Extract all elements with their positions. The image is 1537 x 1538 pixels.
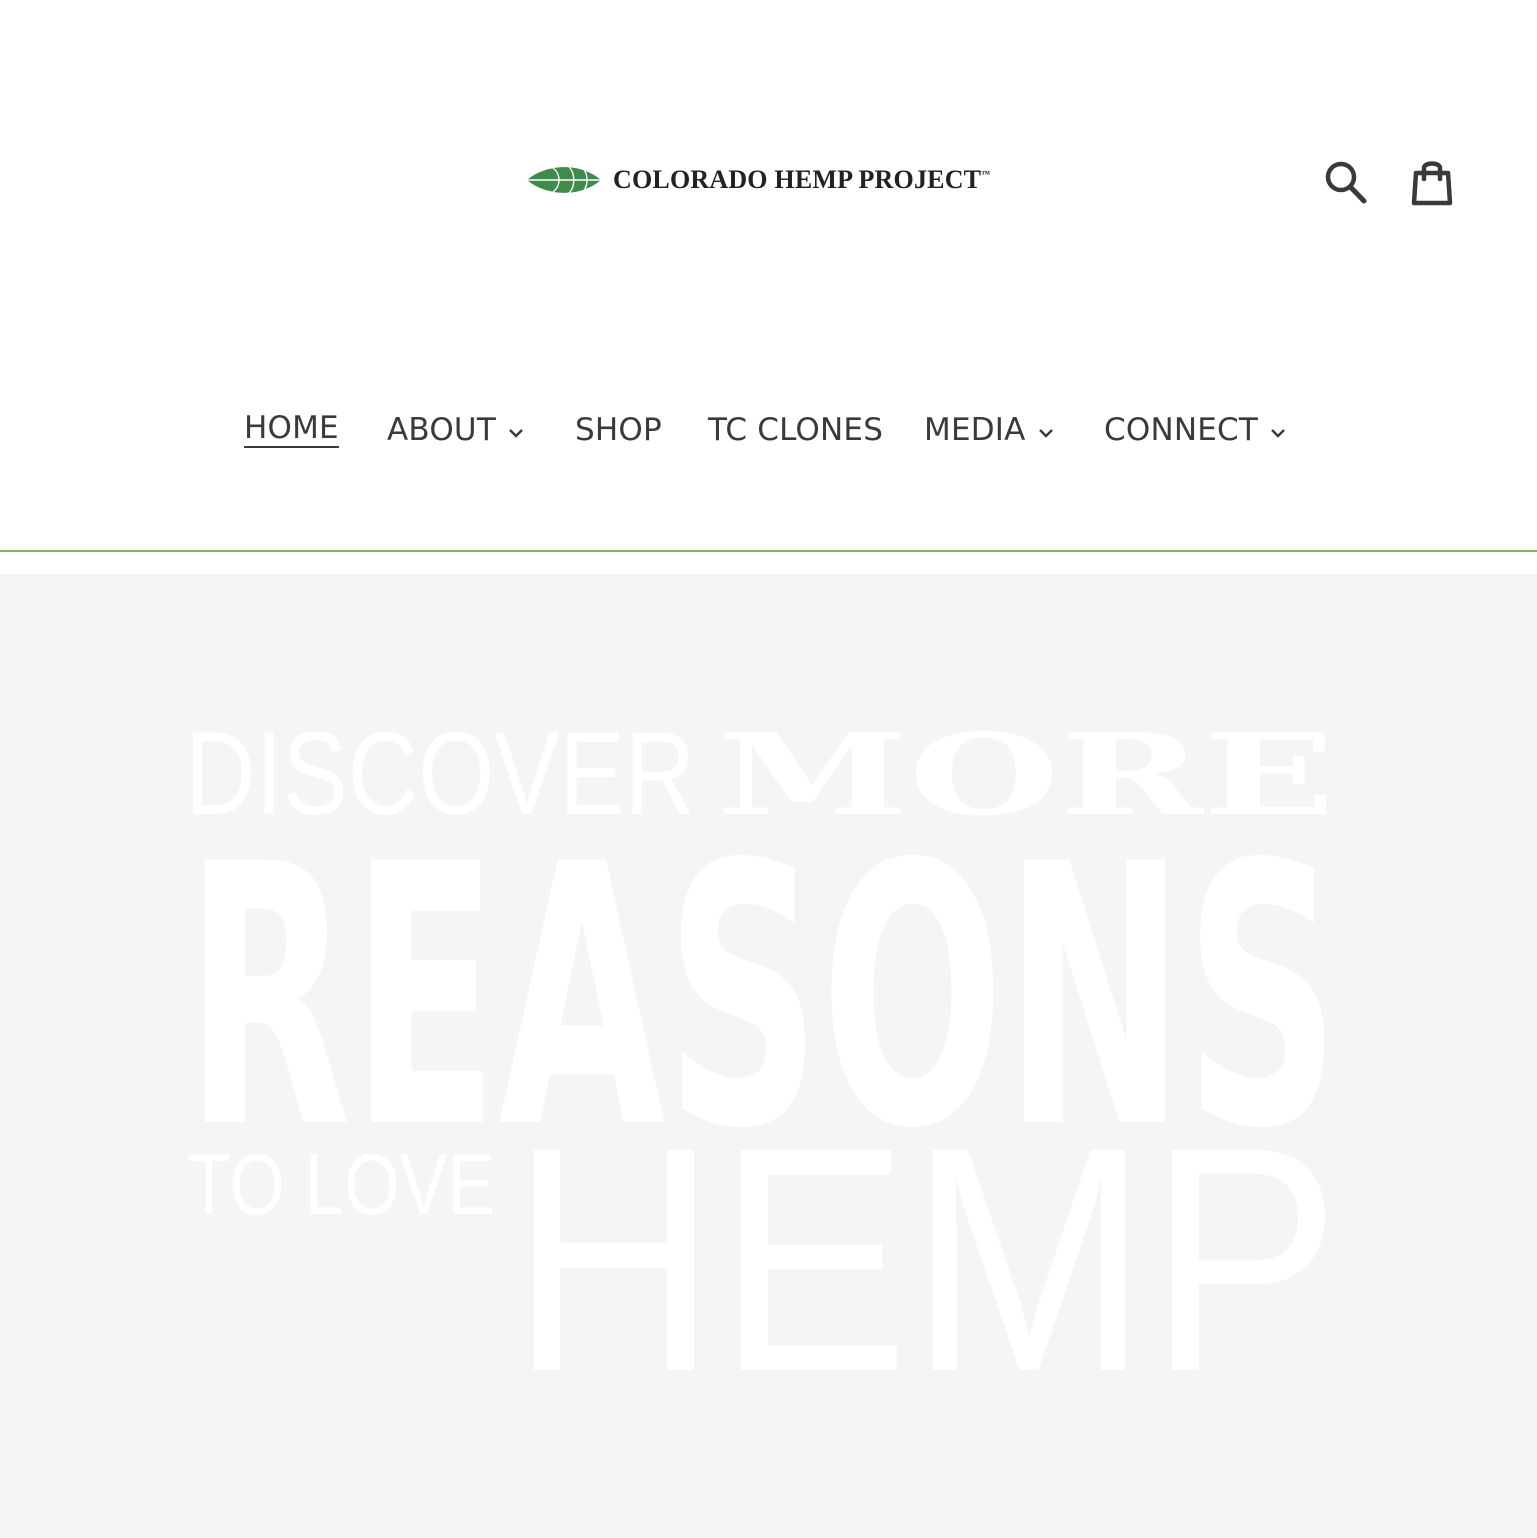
nav-item-media[interactable]: MEDIA	[924, 408, 1054, 452]
nav-item-label: ABOUT	[387, 411, 496, 448]
chevron-down-icon	[509, 429, 523, 438]
nav-item-connect[interactable]: CONNECT	[1104, 408, 1286, 452]
nav-item-shop[interactable]: SHOP	[575, 408, 662, 452]
logo-wordmark: COLORADO HEMP PROJECT™	[613, 165, 991, 194]
hero-line-hemp: HEMP	[510, 1080, 1340, 1384]
leaf-logo-icon	[527, 164, 601, 196]
main-nav: HOME ABOUT SHOP TC CLONES MEDIA CONNECT	[0, 400, 1537, 460]
header-divider	[0, 550, 1537, 552]
hero-banner[interactable]: DISCOVER MORE REASONS TO LOVE HEMP	[0, 574, 1537, 1538]
nav-item-tc-clones[interactable]: TC CLONES	[708, 408, 883, 452]
hero-typography: DISCOVER MORE REASONS TO LOVE HEMP	[185, 724, 1340, 1384]
shopping-bag-icon	[1411, 161, 1453, 206]
cart-button[interactable]	[1407, 156, 1457, 208]
site-header: COLORADO HEMP PROJECT™ HOME ABOUT SHOP T…	[0, 0, 1537, 553]
nav-item-label: HOME	[244, 409, 339, 448]
nav-item-label: SHOP	[575, 411, 662, 448]
nav-item-label: CONNECT	[1104, 411, 1258, 448]
page: COLORADO HEMP PROJECT™ HOME ABOUT SHOP T…	[0, 0, 1537, 1538]
nav-item-home[interactable]: HOME	[244, 408, 339, 452]
chevron-down-icon	[1038, 429, 1053, 438]
nav-item-label: TC CLONES	[708, 411, 884, 448]
nav-item-about[interactable]: ABOUT	[387, 408, 524, 452]
search-icon	[1325, 161, 1367, 204]
search-button[interactable]	[1321, 156, 1371, 208]
site-logo[interactable]: COLORADO HEMP PROJECT™	[525, 150, 990, 210]
nav-item-label: MEDIA	[924, 411, 1026, 448]
hero-line-to-love: TO LOVE	[187, 1137, 495, 1233]
chevron-down-icon	[1271, 429, 1285, 438]
